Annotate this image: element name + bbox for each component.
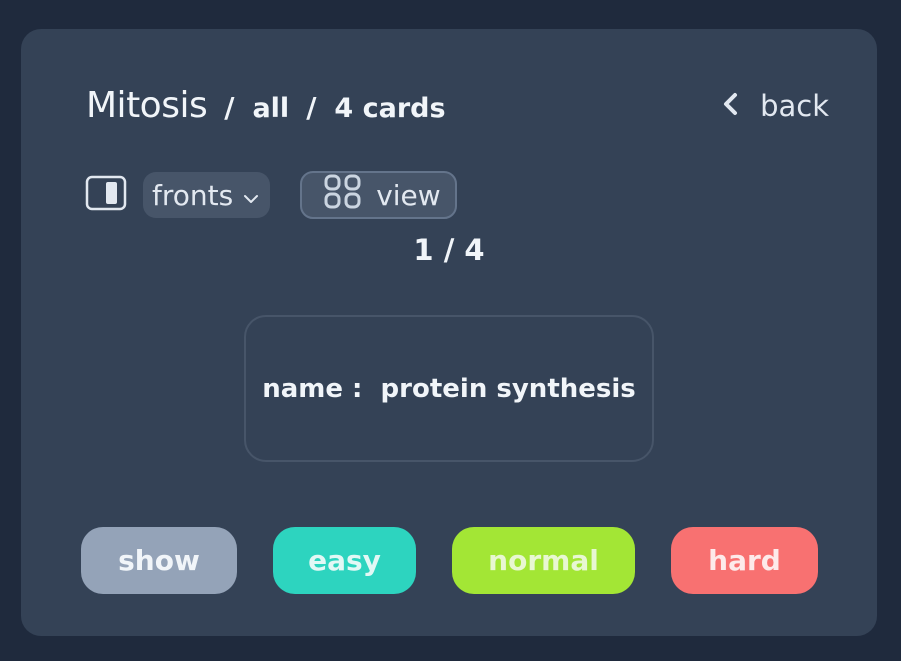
split-panel-icon[interactable]: [85, 175, 127, 215]
easy-button[interactable]: easy: [273, 527, 416, 594]
side-select[interactable]: fronts: [143, 172, 271, 218]
breadcrumb-separator: /: [306, 91, 317, 124]
chevron-down-icon: [233, 179, 260, 212]
toolbar: fronts view: [85, 171, 458, 219]
view-button[interactable]: view: [300, 171, 458, 219]
chevron-left-icon: [722, 89, 760, 123]
filter-crumb[interactable]: all: [252, 93, 289, 124]
answer-buttons: show easy normal hard: [21, 527, 877, 594]
progress-counter: 1 / 4: [413, 233, 485, 267]
side-select-value: fronts: [152, 178, 234, 212]
card-count: 4 cards: [334, 93, 446, 124]
breadcrumb-separator: /: [224, 91, 235, 124]
back-button[interactable]: back: [722, 89, 829, 123]
deck-title: Mitosis: [86, 85, 208, 126]
view-button-label: view: [376, 178, 441, 212]
grid-icon: [324, 174, 376, 217]
study-panel: Mitosis / all / 4 cards back fronts view…: [21, 29, 877, 636]
flashcard[interactable]: name : protein synthesis: [244, 315, 654, 462]
show-button[interactable]: show: [81, 527, 237, 594]
hard-button[interactable]: hard: [671, 527, 818, 594]
breadcrumb: Mitosis / all / 4 cards: [86, 85, 446, 126]
back-label: back: [760, 89, 829, 123]
normal-button[interactable]: normal: [452, 527, 635, 594]
